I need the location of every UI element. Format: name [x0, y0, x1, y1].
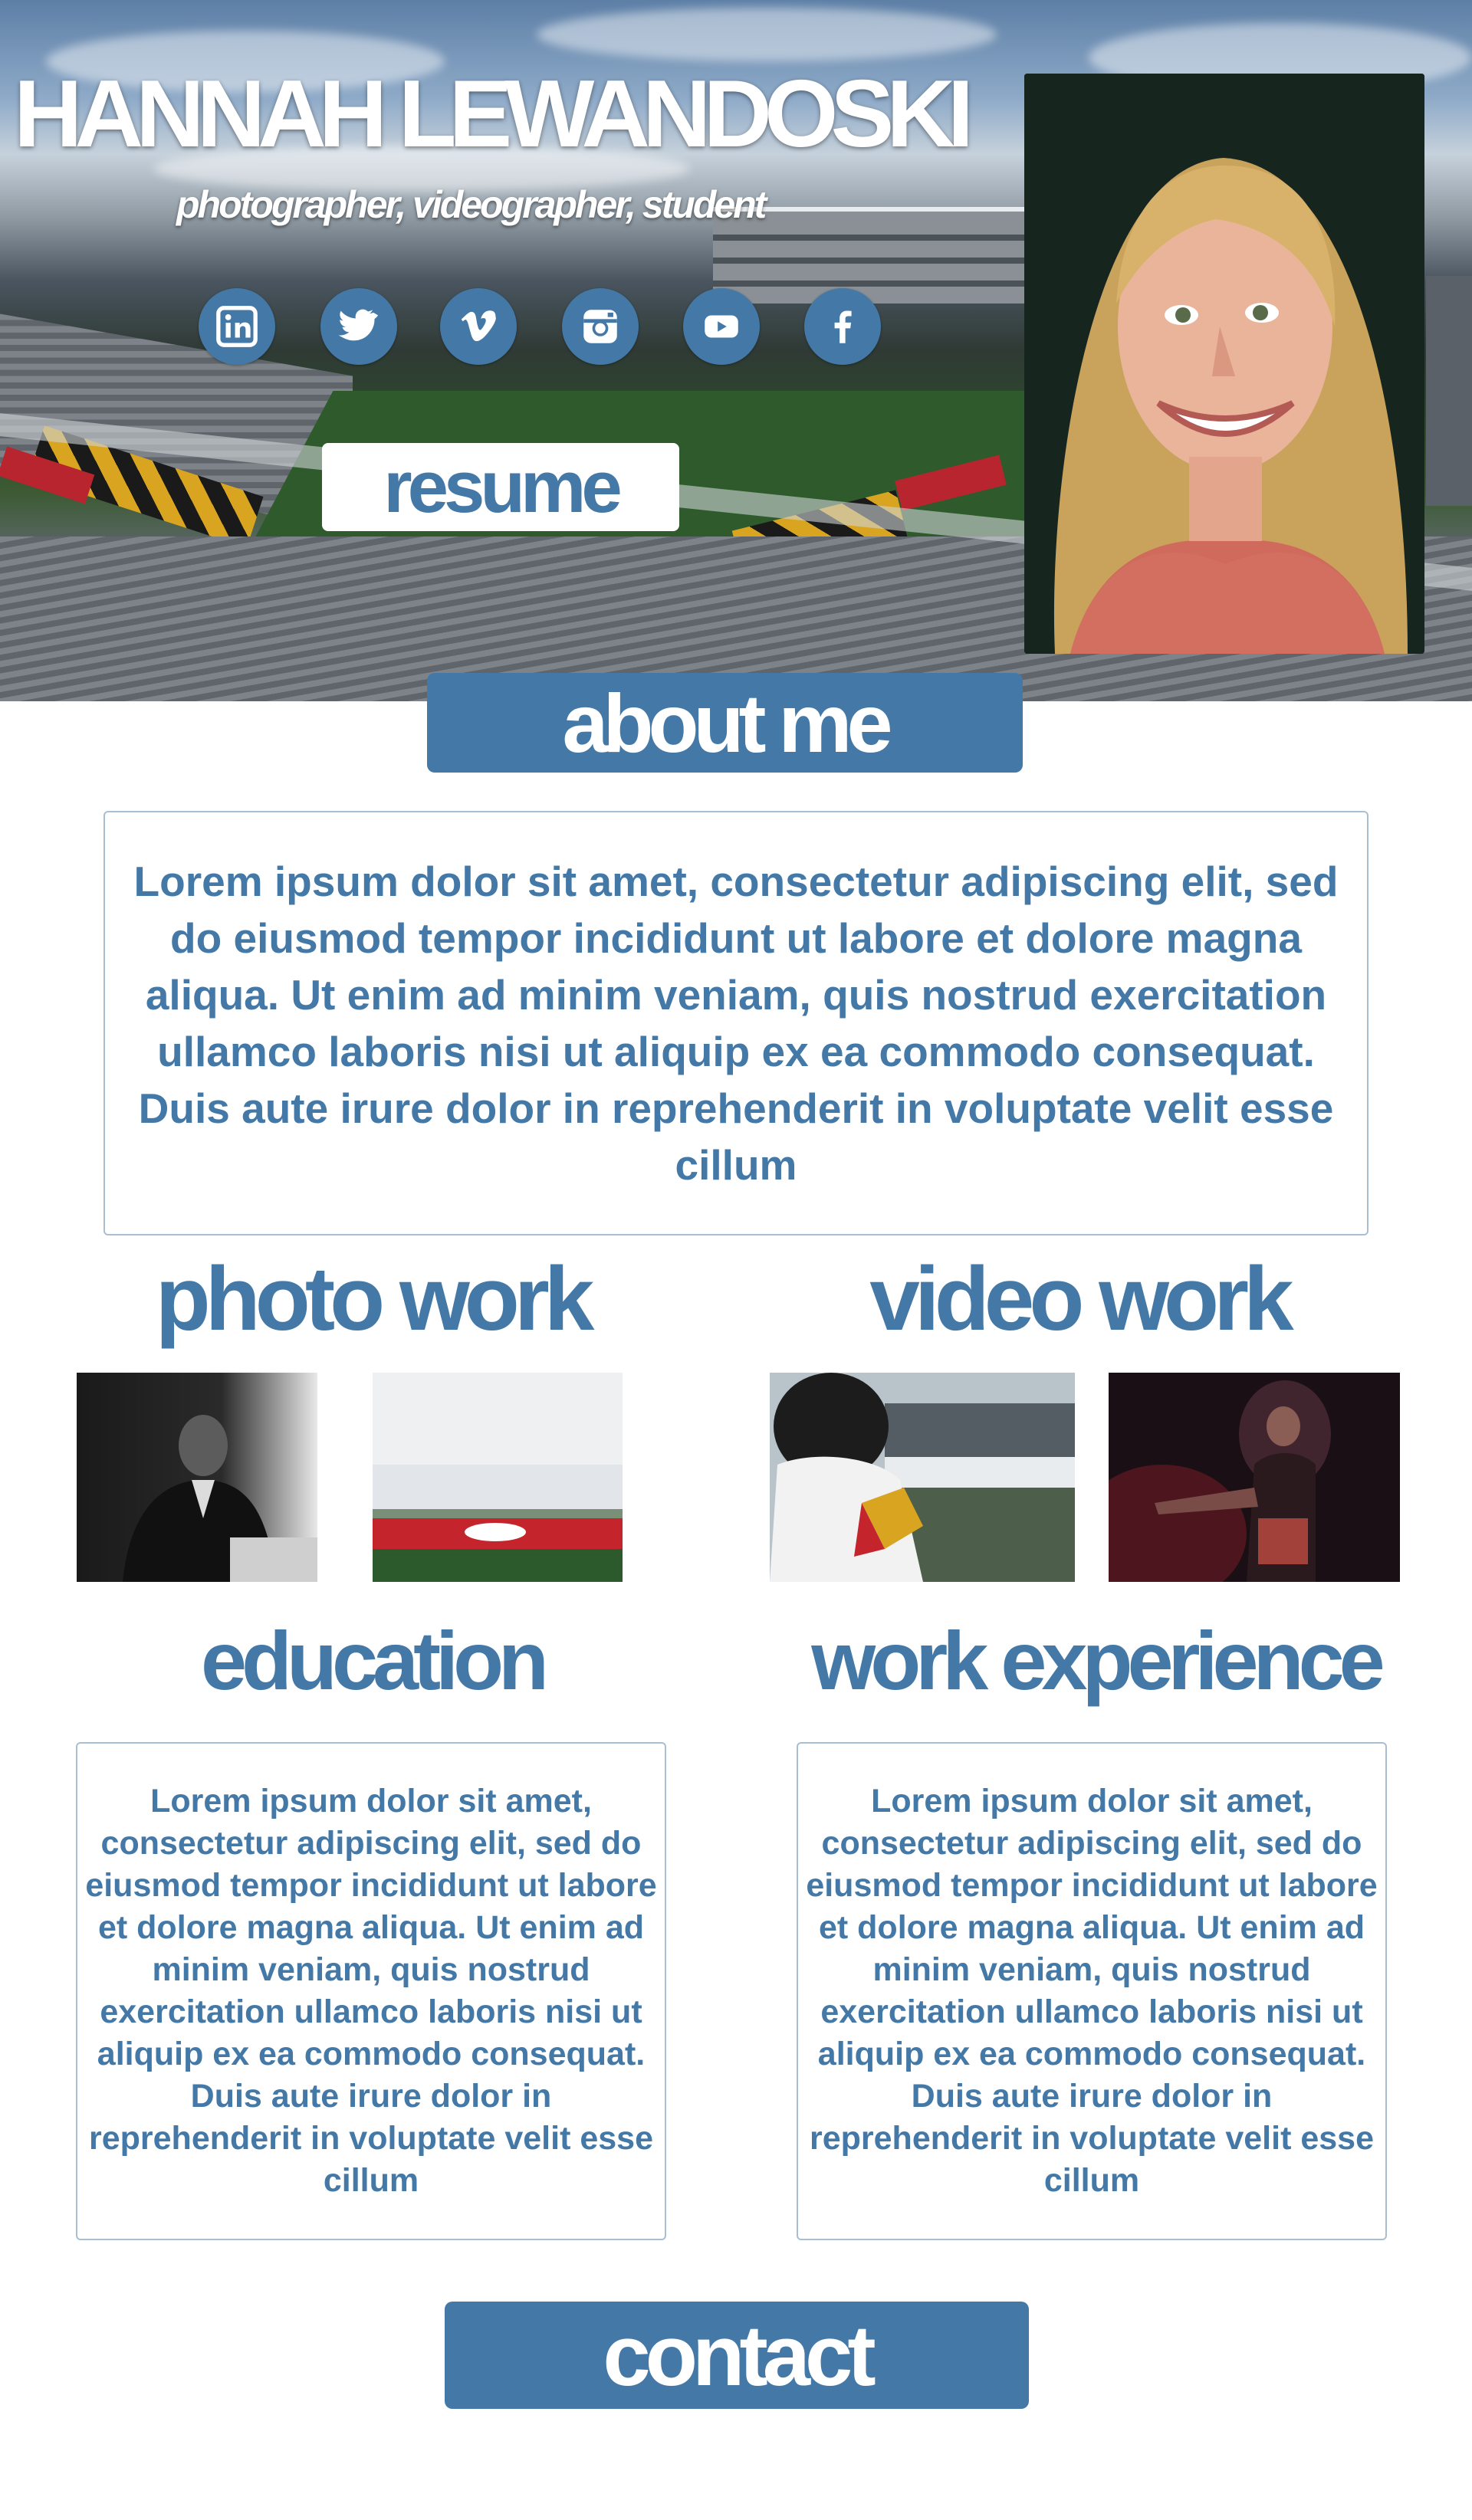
profile-photo	[1024, 74, 1424, 654]
vimeo-link[interactable]	[440, 288, 517, 365]
about-me-heading: about me	[427, 673, 1023, 773]
about-me-text: Lorem ipsum dolor sit amet, consectetur …	[104, 811, 1368, 1235]
work-experience-heading: work experience	[811, 1614, 1385, 1707]
video-work-heading: video work	[869, 1249, 1293, 1350]
resume-button[interactable]: resume	[322, 443, 679, 531]
twitter-link[interactable]	[320, 288, 397, 365]
video-work-thumbnail[interactable]	[770, 1373, 1075, 1582]
site-title: HANNAH LEWANDOSKI	[14, 61, 974, 167]
photo-work-thumbnail[interactable]	[77, 1373, 317, 1582]
youtube-link[interactable]	[683, 288, 760, 365]
site-subtitle: photographer, videographer, student	[176, 183, 767, 226]
education-text: Lorem ipsum dolor sit amet, consectetur …	[76, 1742, 666, 2240]
facebook-link[interactable]	[804, 288, 881, 365]
contact-button[interactable]: contact	[445, 2302, 1029, 2409]
vimeo-icon	[461, 310, 496, 342]
facebook-icon	[834, 310, 852, 343]
video-work-thumbnail[interactable]	[1109, 1373, 1400, 1582]
photo-work-heading: photo work	[155, 1249, 595, 1350]
work-experience-text: Lorem ipsum dolor sit amet, consectetur …	[797, 1742, 1387, 2240]
linkedin-icon	[216, 306, 258, 347]
instagram-icon	[583, 310, 617, 343]
linkedin-link[interactable]	[199, 288, 275, 365]
instagram-link[interactable]	[562, 288, 639, 365]
twitter-icon	[338, 309, 379, 341]
education-heading: education	[200, 1614, 549, 1707]
youtube-icon	[705, 315, 738, 338]
photo-work-thumbnail[interactable]	[373, 1373, 623, 1582]
hero-banner: HANNAH LEWANDOSKI photographer, videogra…	[0, 0, 1472, 701]
